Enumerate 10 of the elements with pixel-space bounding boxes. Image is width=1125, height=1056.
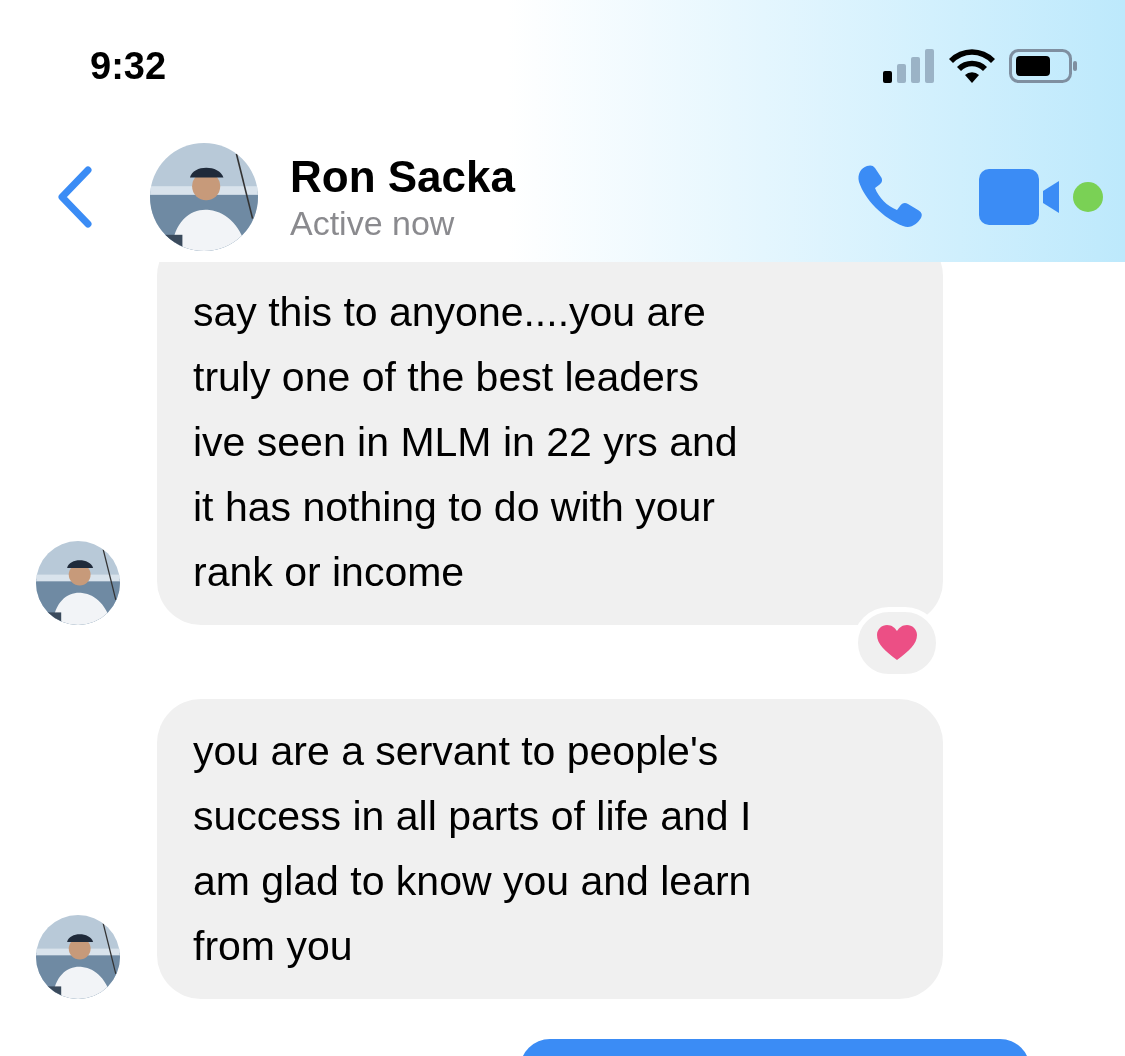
contact-name: Ron Sacka xyxy=(290,151,515,203)
video-camera-icon[interactable] xyxy=(979,169,1061,225)
heart-icon xyxy=(877,625,917,661)
status-time: 9:32 xyxy=(90,43,167,89)
message-bubble: you are a servant to people's success in all parts of life and I am glad to know you and learn from you xyxy=(157,699,943,999)
contact-status: Active now xyxy=(290,203,456,243)
signal-icon xyxy=(883,49,935,83)
message-bubble: say this to anyone....you are truly one of the best leaders ive seen in MLM in 22 yrs and it has nothing to do with your rank or income xyxy=(157,262,943,625)
battery-icon xyxy=(1009,49,1077,83)
wifi-icon xyxy=(949,49,995,83)
